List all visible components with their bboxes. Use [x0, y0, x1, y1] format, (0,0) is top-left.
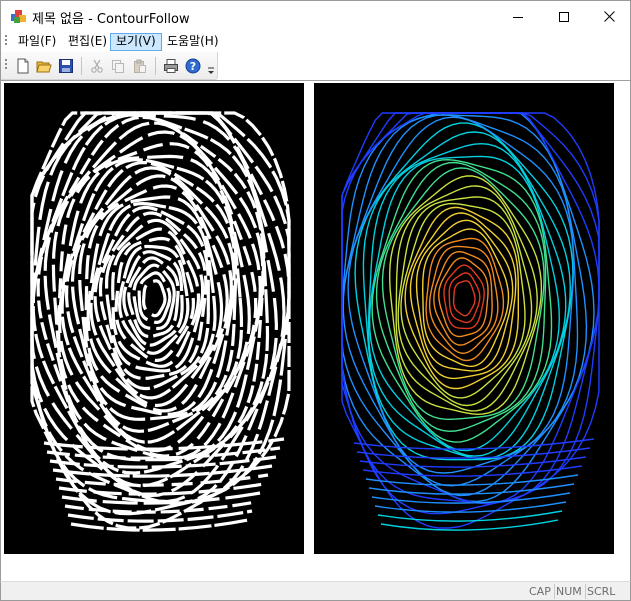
save-button[interactable]	[57, 57, 75, 75]
minimize-button[interactable]	[495, 1, 541, 32]
status-num: NUM	[556, 585, 582, 598]
fingerprint-binary-view	[4, 83, 304, 554]
toolbar-overflow-button[interactable]	[206, 56, 216, 76]
open-button[interactable]	[35, 57, 53, 75]
ridge-line	[437, 257, 489, 338]
close-button[interactable]	[586, 1, 631, 32]
minimize-icon	[513, 16, 523, 18]
ridge-line	[142, 279, 167, 318]
client-area	[0, 80, 631, 581]
fingerprint-binary-image	[30, 111, 291, 532]
status-bar: CAP NUM SCRL	[0, 581, 631, 601]
toolbar: ?	[0, 52, 631, 80]
save-disk-icon	[59, 59, 73, 73]
fingerprint-contour-view	[314, 83, 614, 554]
title-bar[interactable]: 제목 없음 - ContourFollow	[0, 0, 631, 31]
app-icon[interactable]	[10, 8, 27, 25]
close-icon	[603, 11, 615, 22]
ridge-line	[421, 228, 510, 368]
paste-icon	[134, 59, 146, 73]
help-button[interactable]: ?	[184, 57, 202, 75]
fingerprint-contour-image	[341, 112, 600, 531]
ridge-line	[353, 438, 595, 450]
print-button[interactable]	[162, 57, 180, 75]
toolbar-separator	[155, 57, 156, 75]
menu-file[interactable]: 파일(F)	[13, 33, 61, 51]
toolbar-grip[interactable]	[5, 59, 8, 71]
window-title: 제목 없음 - ContourFollow	[32, 12, 190, 27]
copy-icon	[112, 60, 124, 73]
menu-bar: 파일(F) 편집(E) 보기(V) 도움말(H)	[0, 31, 631, 52]
ridge-line	[400, 202, 526, 399]
status-divider	[554, 584, 555, 599]
status-divider	[585, 584, 586, 599]
new-document-icon	[17, 58, 29, 74]
paste-button[interactable]	[131, 57, 149, 75]
copy-button[interactable]	[109, 57, 127, 75]
ridge-line	[341, 112, 600, 504]
cut-button[interactable]	[88, 57, 106, 75]
menu-edit[interactable]: 편집(E)	[63, 33, 112, 51]
toolbar-strip: ?	[1, 52, 218, 80]
maximize-icon	[559, 11, 569, 22]
ridge-line	[452, 280, 476, 317]
print-icon	[164, 59, 178, 73]
cut-icon	[91, 59, 103, 73]
open-folder-icon	[36, 61, 52, 73]
ridge-line	[341, 114, 588, 497]
new-button[interactable]	[14, 57, 32, 75]
ridge-line	[404, 206, 519, 390]
ridge-line	[341, 112, 600, 505]
ridge-line	[111, 227, 201, 368]
ridge-line	[347, 116, 575, 474]
menu-help[interactable]: 도움말(H)	[162, 33, 224, 51]
menu-view[interactable]: 보기(V)	[110, 33, 162, 51]
help-icon: ?	[185, 58, 201, 74]
chevron-down-icon	[208, 67, 214, 74]
menu-grip[interactable]	[5, 35, 8, 47]
svg-text:?: ?	[190, 60, 196, 73]
status-cap: CAP	[529, 585, 551, 598]
status-scrl: SCRL	[587, 585, 616, 598]
toolbar-separator	[81, 57, 82, 75]
maximize-button[interactable]	[541, 1, 587, 32]
